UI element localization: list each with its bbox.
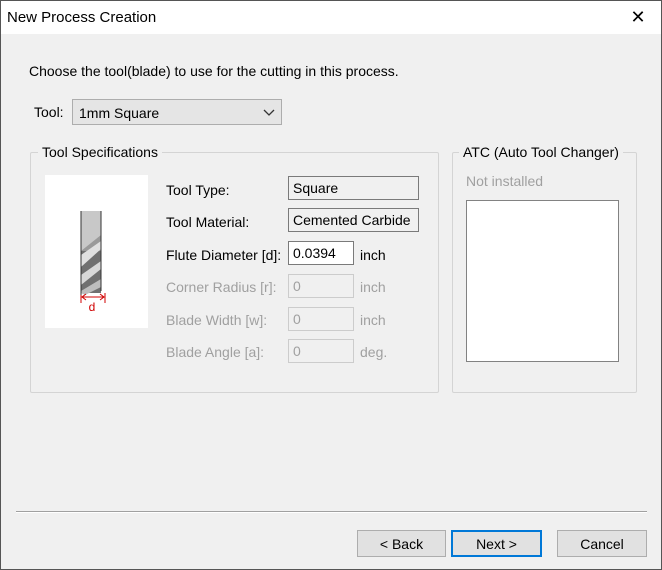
blade-width-input: 0	[288, 307, 354, 331]
corner-radius-label: Corner Radius [r]:	[166, 279, 277, 295]
close-button[interactable]: ✕	[615, 1, 661, 34]
back-button[interactable]: < Back	[357, 530, 446, 557]
flute-diameter-unit: inch	[360, 247, 386, 263]
footer-separator	[16, 511, 647, 513]
tool-selected-value: 1mm Square	[79, 105, 160, 121]
blade-width-unit: inch	[360, 312, 386, 328]
corner-radius-unit: inch	[360, 279, 386, 295]
title-bar: New Process Creation ✕	[1, 1, 661, 34]
tool-material-label: Tool Material:	[166, 214, 250, 230]
atc-tool-list[interactable]	[466, 200, 619, 362]
tool-type-field: Square	[288, 176, 419, 200]
blade-angle-input: 0	[288, 339, 354, 363]
window-title: New Process Creation	[7, 9, 157, 26]
tool-specifications-group: Tool Specifications d Tool Type: Square	[30, 144, 439, 393]
flute-diameter-label: Flute Diameter [d]:	[166, 247, 282, 263]
instruction-text: Choose the tool(blade) to use for the cu…	[29, 63, 399, 79]
tool-type-label: Tool Type:	[166, 182, 230, 198]
cancel-button[interactable]: Cancel	[557, 530, 647, 557]
blade-angle-label: Blade Angle [a]:	[166, 344, 265, 360]
close-icon: ✕	[630, 7, 646, 27]
atc-group: ATC (Auto Tool Changer) Not installed	[452, 144, 637, 393]
next-button[interactable]: Next >	[451, 530, 542, 557]
tool-dropdown[interactable]: 1mm Square	[72, 99, 282, 125]
dialog-window: New Process Creation ✕ Choose the tool(b…	[0, 0, 662, 570]
atc-group-label: ATC (Auto Tool Changer)	[459, 144, 623, 160]
tool-material-field: Cemented Carbide	[288, 208, 419, 232]
chevron-down-icon	[263, 103, 275, 126]
blade-width-label: Blade Width [w]:	[166, 312, 268, 328]
tool-label: Tool:	[34, 104, 64, 120]
dimension-label-d: d	[89, 300, 96, 314]
tool-image: d	[45, 175, 148, 328]
flute-diameter-input[interactable]: 0.0394	[288, 241, 354, 265]
blade-angle-unit: deg.	[360, 344, 388, 360]
tool-specifications-label: Tool Specifications	[38, 144, 162, 160]
atc-status-text: Not installed	[466, 173, 544, 189]
corner-radius-input: 0	[288, 274, 354, 298]
